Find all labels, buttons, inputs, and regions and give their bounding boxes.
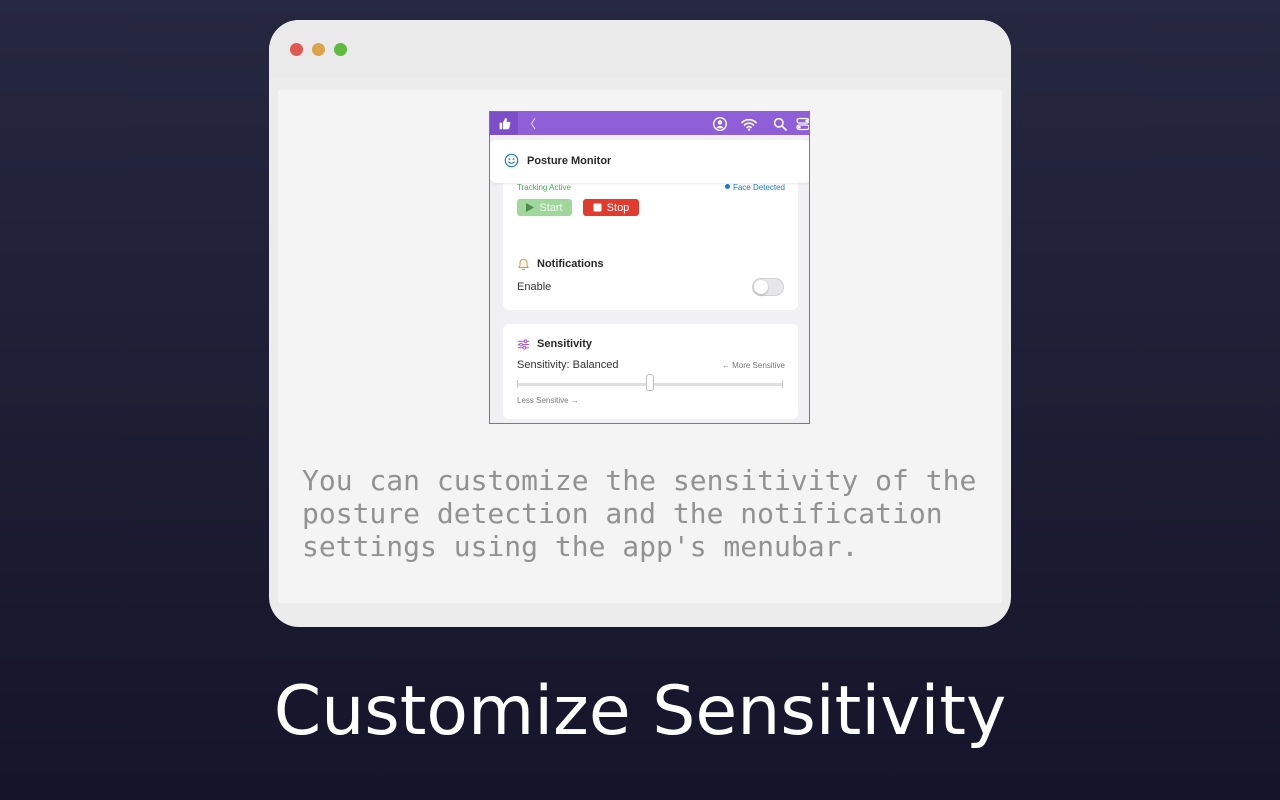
zoom-window-button[interactable] (334, 43, 347, 56)
app-menubar-button[interactable] (490, 112, 518, 135)
start-button[interactable]: Start (517, 199, 572, 216)
sensitivity-value-label: Sensitivity: Balanced (517, 359, 619, 371)
search-icon[interactable] (772, 116, 788, 132)
wifi-icon[interactable] (741, 116, 757, 132)
face-detected-label: Face Detected (732, 183, 785, 192)
posture-monitor-card: Tracking Active Face Detected Start Stop (490, 140, 809, 258)
posture-monitor-title: Posture Monitor (527, 155, 612, 167)
tracking-status: Tracking Active (517, 183, 571, 192)
bell-icon (518, 258, 529, 271)
notifications-toggle[interactable] (752, 278, 784, 296)
close-window-button[interactable] (290, 43, 303, 56)
sensitivity-slider-thumb[interactable] (646, 374, 654, 391)
sensitivity-title: Sensitivity (537, 338, 593, 350)
window-titlebar (269, 20, 1011, 78)
toggle-knob (754, 280, 768, 294)
play-icon (526, 203, 535, 212)
smiley-face-icon (504, 153, 519, 168)
page-headline: Customize Sensitivity (273, 672, 1007, 751)
stop-label: Stop (606, 201, 630, 214)
app-window: 〈 Tracking Active Face Detected Start St… (269, 20, 1011, 627)
notifications-title: Notifications (537, 258, 604, 270)
less-sensitive-label: Less Sensitive → (517, 396, 579, 405)
more-sensitive-label: ← More Sensitive (721, 361, 785, 370)
start-label: Start (539, 201, 563, 214)
sliders-icon (517, 339, 530, 350)
sensitivity-card: Sensitivity Sensitivity: Balanced ← More… (503, 324, 798, 419)
control-center-icon[interactable] (795, 116, 810, 132)
menubar: 〈 (490, 112, 809, 135)
thumbs-up-icon (499, 117, 510, 130)
description-caption: You can customize the sensitivity of the… (302, 464, 977, 563)
slider-tick-end (782, 380, 783, 388)
user-circle-icon[interactable] (712, 116, 728, 132)
enable-label: Enable (517, 281, 552, 293)
status-dot-icon (724, 184, 730, 189)
minimize-window-button[interactable] (312, 43, 325, 56)
notifications-card: Notifications Enable (503, 244, 798, 310)
stop-icon (593, 203, 602, 212)
menubar-screenshot: 〈 Tracking Active Face Detected Start St… (489, 111, 810, 424)
chevron-left-icon[interactable]: 〈 (524, 115, 536, 132)
window-content: 〈 Tracking Active Face Detected Start St… (278, 90, 1002, 603)
face-detected-status: Face Detected (724, 183, 785, 192)
posture-card-header: Posture Monitor (490, 140, 809, 183)
stop-button[interactable]: Stop (583, 199, 639, 216)
slider-tick-start (517, 380, 518, 388)
